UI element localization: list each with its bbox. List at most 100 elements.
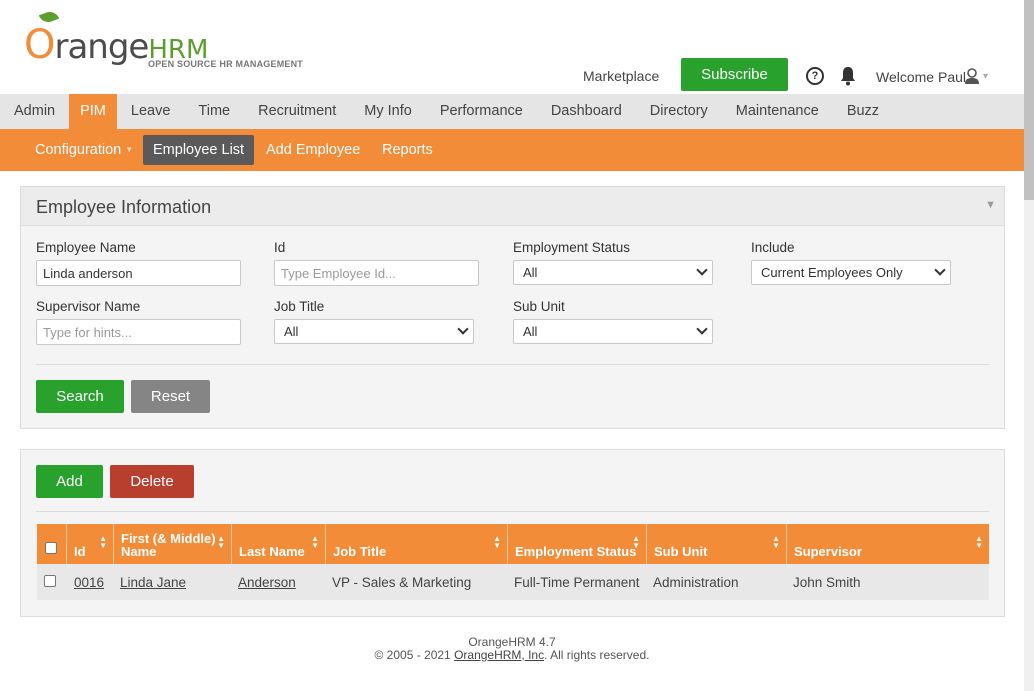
include-label: Include xyxy=(751,240,795,255)
column-header-first-name[interactable]: First (& Middle) Name ▲ ▼ xyxy=(114,524,232,564)
column-label-job-title: Job Title xyxy=(333,544,387,559)
select-all-column xyxy=(37,524,67,564)
employment-status-label: Employment Status xyxy=(513,240,631,255)
supervisor-name-label: Supervisor Name xyxy=(36,299,141,314)
sort-icon[interactable]: ▲ ▼ xyxy=(493,535,501,550)
column-label-first-name: First (& Middle) Name xyxy=(121,531,216,559)
employment-status-value: All xyxy=(523,265,538,280)
nav-item-performance[interactable]: Performance xyxy=(426,94,537,129)
job-title-value: All xyxy=(284,324,299,339)
notification-bell-icon[interactable] xyxy=(839,66,857,86)
column-label-supervisor: Supervisor xyxy=(794,544,862,559)
sort-icon[interactable]: ▲ ▼ xyxy=(99,535,107,550)
employee-job-title: VP - Sales & Marketing xyxy=(332,575,472,590)
column-header-id[interactable]: Id ▲ ▼ xyxy=(67,524,114,564)
subscribe-button[interactable]: Subscribe xyxy=(681,58,788,91)
welcome-user-text[interactable]: Welcome Paul xyxy=(876,69,966,85)
chevron-down-icon xyxy=(696,264,708,276)
column-header-employment-status[interactable]: Employment Status ▲ ▼ xyxy=(508,524,647,564)
sort-icon[interactable]: ▲ ▼ xyxy=(975,535,983,550)
employee-last-name-link[interactable]: Anderson xyxy=(238,575,296,590)
help-icon[interactable]: ? xyxy=(806,67,824,85)
results-table-header: Id ▲ ▼ First (& Middle) Name ▲ ▼ Last Name ▲ ▼… xyxy=(37,524,989,564)
employee-id-link[interactable]: 0016 xyxy=(74,575,104,590)
chevron-down-icon xyxy=(934,264,946,276)
footer: OrangeHRM 4.7 © 2005 - 2021 OrangeHRM, I… xyxy=(0,636,1024,662)
nav-item-pim[interactable]: PIM xyxy=(69,94,117,129)
chevron-down-icon xyxy=(457,323,469,335)
footer-copyright: © 2005 - 2021 OrangeHRM, Inc. All rights… xyxy=(0,649,1024,662)
form-divider xyxy=(36,364,989,365)
add-employee-button[interactable]: Add xyxy=(36,465,103,498)
select-all-checkbox[interactable] xyxy=(45,542,57,554)
column-header-job-title[interactable]: Job Title ▲ ▼ xyxy=(326,524,508,564)
column-header-last-name[interactable]: Last Name ▲ ▼ xyxy=(232,524,326,564)
orangehrm-page: OrangeHRM OPEN SOURCE HR MANAGEMENT Mark… xyxy=(0,0,1034,691)
employee-first-name-link[interactable]: Linda Jane xyxy=(120,575,186,590)
nav-item-dashboard[interactable]: Dashboard xyxy=(537,94,636,129)
sub-navigation: Configuration ▼ Employee List Add Employe… xyxy=(0,129,1024,171)
subnav-configuration-label: Configuration xyxy=(35,142,122,158)
page-scrollbar-thumb[interactable] xyxy=(1024,0,1034,200)
employee-id-input[interactable] xyxy=(274,260,479,286)
row-select-checkbox[interactable] xyxy=(44,575,56,587)
include-select[interactable]: Current Employees Only xyxy=(751,260,951,285)
nav-item-my-info[interactable]: My Info xyxy=(350,94,426,129)
copyright-text: © 2005 - 2021 xyxy=(374,648,455,662)
employee-name-input[interactable] xyxy=(36,260,241,286)
panel-title: Employee Information xyxy=(36,197,212,217)
column-label-employment-status: Employment Status xyxy=(515,544,637,559)
column-header-supervisor[interactable]: Supervisor ▲ ▼ xyxy=(787,524,989,564)
nav-item-maintenance[interactable]: Maintenance xyxy=(722,94,833,129)
employment-status-select[interactable]: All xyxy=(513,260,713,285)
chevron-down-icon: ▼ xyxy=(125,145,134,154)
orangehrm-logo[interactable]: OrangeHRM OPEN SOURCE HR MANAGEMENT xyxy=(24,9,314,72)
sort-icon[interactable]: ▲ ▼ xyxy=(632,535,640,550)
delete-employee-button[interactable]: Delete xyxy=(110,465,194,498)
search-button[interactable]: Search xyxy=(36,380,124,413)
employee-sub-unit: Administration xyxy=(653,575,739,590)
column-label-last-name: Last Name xyxy=(239,544,305,559)
sub-unit-label: Sub Unit xyxy=(513,299,565,314)
sort-icon[interactable]: ▲ ▼ xyxy=(311,535,319,550)
chevron-down-icon xyxy=(696,323,708,335)
sub-unit-value: All xyxy=(523,324,538,339)
collapse-toggle-icon[interactable]: ▼ xyxy=(985,199,996,211)
header: OrangeHRM OPEN SOURCE HR MANAGEMENT Mark… xyxy=(0,0,1024,94)
panel-header: Employee Information ▼ xyxy=(21,187,1004,226)
sort-icon[interactable]: ▲ ▼ xyxy=(217,535,225,550)
subnav-reports[interactable]: Reports xyxy=(382,135,433,165)
table-row: 0016 Linda Jane Anderson VP - Sales & Ma… xyxy=(37,564,989,600)
include-value: Current Employees Only xyxy=(761,265,903,280)
nav-item-leave[interactable]: Leave xyxy=(117,94,185,129)
column-label-id: Id xyxy=(74,544,86,559)
job-title-label: Job Title xyxy=(274,299,325,314)
orangehrm-inc-link[interactable]: OrangeHRM, Inc xyxy=(454,648,544,662)
job-title-select[interactable]: All xyxy=(274,319,474,344)
id-label: Id xyxy=(274,240,286,255)
sub-unit-select[interactable]: All xyxy=(513,319,713,344)
employee-supervisor: John Smith xyxy=(793,575,861,590)
supervisor-name-input[interactable] xyxy=(36,319,241,345)
sort-icon[interactable]: ▲ ▼ xyxy=(772,535,780,550)
employee-results-panel: Add Delete Id ▲ ▼ First (& Middle) Name ▲ ▼ … xyxy=(20,449,1005,617)
user-avatar-icon[interactable] xyxy=(963,67,981,85)
nav-item-admin[interactable]: Admin xyxy=(0,94,69,129)
nav-item-directory[interactable]: Directory xyxy=(636,94,722,129)
marketplace-link[interactable]: Marketplace xyxy=(583,68,659,84)
subnav-configuration[interactable]: Configuration ▼ xyxy=(35,135,133,165)
results-divider xyxy=(36,511,989,512)
nav-item-recruitment[interactable]: Recruitment xyxy=(244,94,350,129)
user-menu-caret-icon[interactable]: ▾ xyxy=(983,71,988,82)
subnav-employee-list[interactable]: Employee List xyxy=(143,135,255,165)
rights-text: . All rights reserved. xyxy=(544,648,650,662)
column-label-sub-unit: Sub Unit xyxy=(654,544,708,559)
employee-information-panel: Employee Information ▼ Employee Name Id … xyxy=(20,186,1005,429)
logo-tagline: OPEN SOURCE HR MANAGEMENT xyxy=(148,59,304,69)
main-navigation: Admin PIM Leave Time Recruitment My Info… xyxy=(0,94,1024,129)
subnav-add-employee[interactable]: Add Employee xyxy=(266,135,360,165)
reset-button[interactable]: Reset xyxy=(131,380,210,413)
nav-item-time[interactable]: Time xyxy=(184,94,244,129)
nav-item-buzz[interactable]: Buzz xyxy=(833,94,893,129)
column-header-sub-unit[interactable]: Sub Unit ▲ ▼ xyxy=(647,524,787,564)
